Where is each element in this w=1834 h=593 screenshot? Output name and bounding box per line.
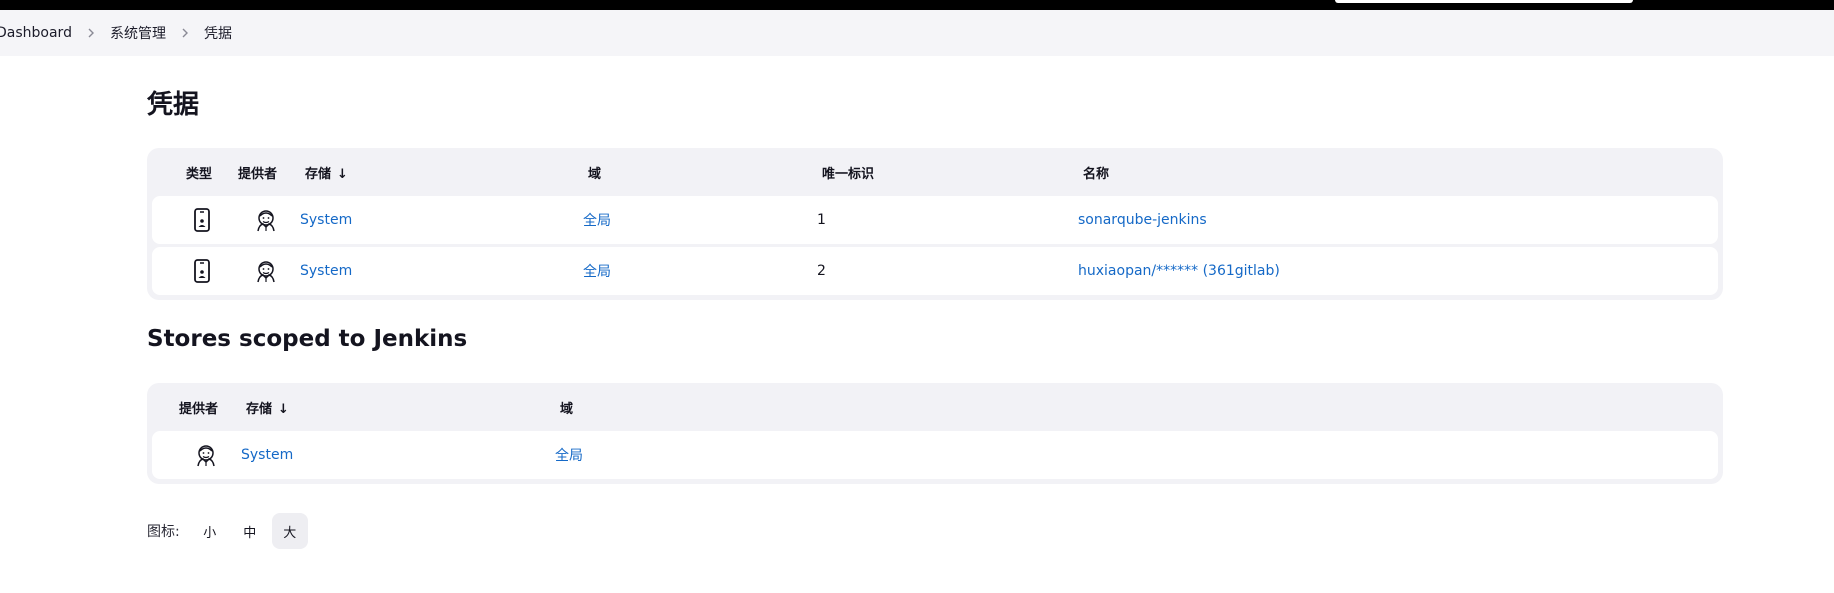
domain-link[interactable]: 全局 [583,210,611,230]
sort-down-icon[interactable]: ↓ [337,167,348,182]
breadcrumb-item-credentials[interactable]: 凭据 [204,23,232,43]
credential-id: 1 [817,212,826,228]
chevron-right-icon [72,28,110,38]
table-header-row: 提供者 存储 ↓ 域 [152,383,1718,431]
credentials-table: 类型 提供者 存储 ↓ 域 唯一标识 名称 System 全局 1 sonarqu… [147,148,1723,300]
header-store[interactable]: 存储 ↓ [305,163,348,182]
breadcrumb-item-dashboard[interactable]: Dashboard [0,25,72,41]
table-header-row: 类型 提供者 存储 ↓ 域 唯一标识 名称 [152,148,1718,196]
mobile-credential-icon [190,208,214,232]
domain-link[interactable]: 全局 [583,261,611,281]
icon-size-selector: 图标: 小 中 大 [147,513,308,549]
header-provider: 提供者 [238,166,278,182]
top-header-bar [0,0,1834,10]
header-id[interactable]: 唯一标识 [822,163,874,182]
icon-size-small[interactable]: 小 [192,513,228,549]
jenkins-butler-icon [253,258,279,284]
header-store-label[interactable]: 存储 [305,167,331,182]
sort-down-icon[interactable]: ↓ [278,402,289,417]
stores-table: 提供者 存储 ↓ 域 System 全局 [147,383,1723,484]
credential-name-link[interactable]: huxiaopan/****** (361gitlab) [1078,263,1280,279]
table-row: System 全局 1 sonarqube-jenkins [152,196,1718,244]
header-name[interactable]: 名称 [1083,163,1109,182]
chevron-right-icon [166,28,204,38]
header-domain[interactable]: 域 [560,398,573,417]
jenkins-butler-icon [193,442,219,468]
table-row: System 全局 2 huxiaopan/****** (361gitlab) [152,247,1718,295]
section-title: Stores scoped to Jenkins [147,326,468,352]
header-type: 类型 [186,166,213,182]
table-row: System 全局 [152,431,1718,479]
jenkins-butler-icon [253,207,279,233]
mobile-credential-icon [190,259,214,283]
store-link[interactable]: System [241,447,293,463]
credential-name-link[interactable]: sonarqube-jenkins [1078,212,1207,228]
header-store-label[interactable]: 存储 [246,402,272,417]
breadcrumb-item-system-management[interactable]: 系统管理 [110,23,166,43]
store-link[interactable]: System [300,212,352,228]
domain-link[interactable]: 全局 [555,445,583,465]
breadcrumb: Dashboard 系统管理 凭据 [0,10,1834,56]
page-title: 凭据 [147,90,200,120]
header-domain[interactable]: 域 [588,163,601,182]
icon-size-large[interactable]: 大 [271,513,308,549]
credential-id: 2 [817,263,826,279]
icon-size-medium[interactable]: 中 [232,513,268,549]
store-link[interactable]: System [300,263,352,279]
header-store[interactable]: 存储 ↓ [246,398,289,417]
header-provider: 提供者 [179,401,219,417]
search-box[interactable] [1335,0,1633,3]
icon-size-label: 图标: [147,524,180,540]
